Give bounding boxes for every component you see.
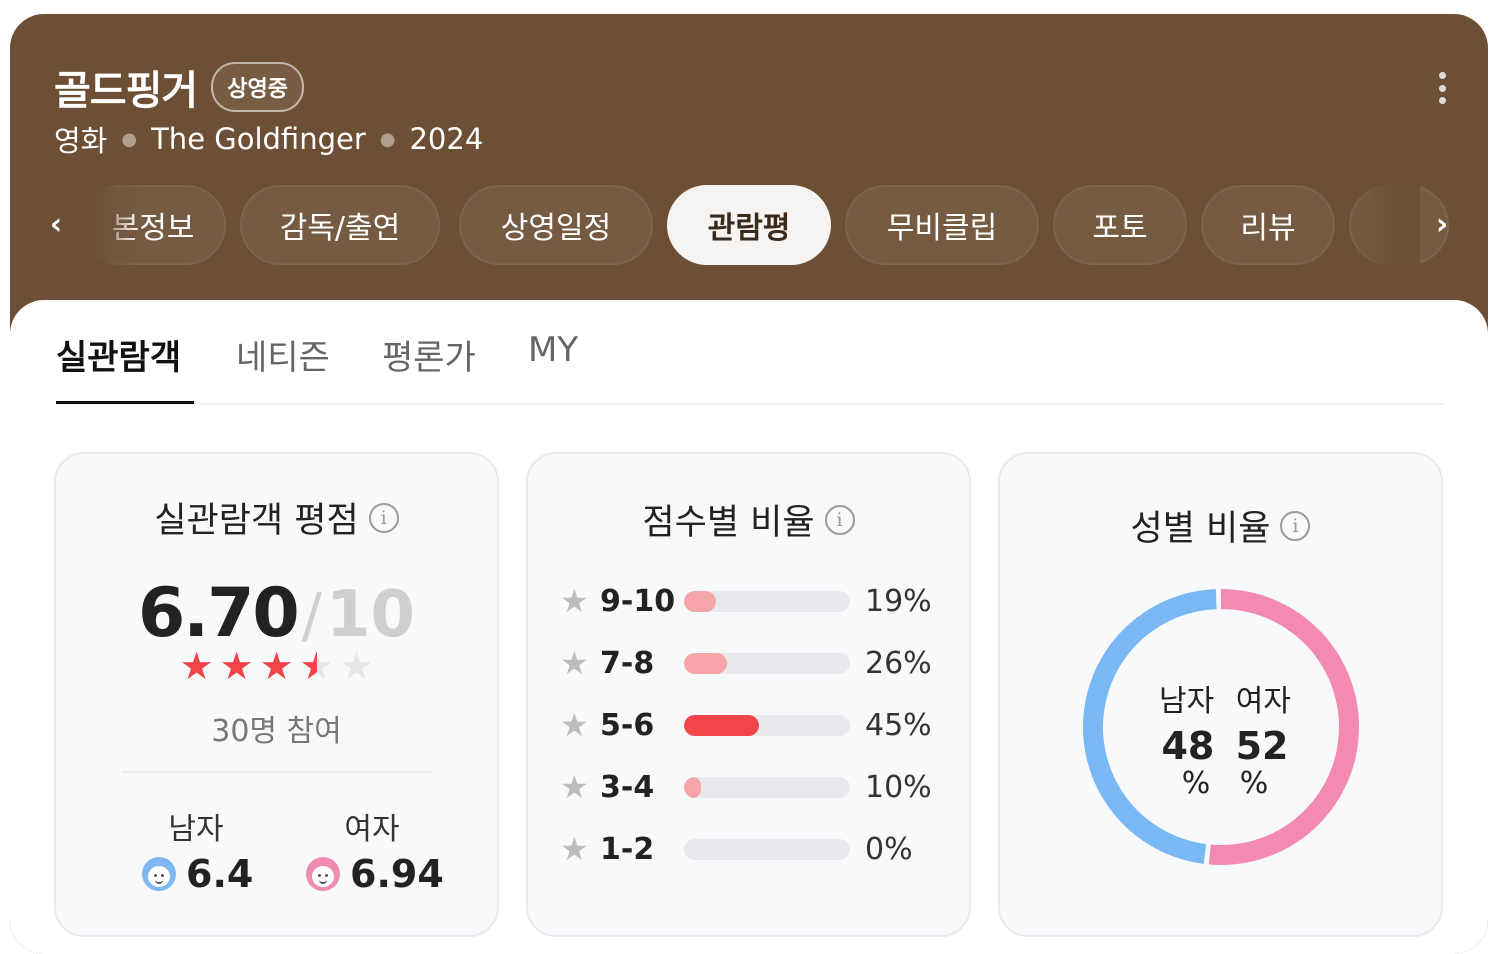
tab-cast[interactable]: 감독/출연 — [240, 185, 440, 265]
star-icon: ★ — [560, 706, 589, 744]
score-bar-fill — [684, 652, 728, 674]
female-label: 여자 — [344, 812, 400, 847]
score-bar-fill — [684, 590, 716, 612]
subtab-my[interactable]: MY — [528, 330, 578, 370]
donut-labels: 남자 여자 — [1150, 676, 1300, 720]
distribution-row: ★ 7-8 26% — [560, 643, 932, 683]
score-percent: 19% — [865, 583, 932, 619]
status-badge: 상영중 — [211, 62, 304, 112]
male-face-icon — [142, 857, 176, 891]
distribution-row: ★ 1-2 0% — [560, 829, 913, 869]
score-percent: 0% — [865, 831, 913, 867]
donut-male-percent-sign: % — [1181, 766, 1211, 801]
separator-dot: ● — [121, 128, 138, 150]
score-range-label: 7-8 — [600, 645, 655, 681]
star-icon: ★ — [259, 644, 294, 688]
female-face-icon — [306, 857, 340, 891]
score-percent: 45% — [865, 707, 932, 743]
tab-review[interactable]: 리뷰 — [1201, 185, 1335, 265]
separator-dot: ● — [379, 128, 396, 150]
info-icon[interactable]: i — [368, 502, 399, 533]
movie-title: 골드핑거 — [54, 68, 198, 114]
male-score: 6.4 — [142, 852, 253, 896]
info-icon[interactable]: i — [1280, 510, 1311, 541]
chevron-left-icon[interactable]: ‹ — [36, 205, 76, 245]
tab-schedule[interactable]: 상영일정 — [459, 185, 653, 265]
star-rating: ★ ★ ★ ★ ★ — [56, 646, 497, 686]
star-icon: ★ — [560, 768, 589, 806]
gender-card-title: 성별 비율 i — [1000, 500, 1441, 551]
score-range-label: 3-4 — [600, 769, 655, 805]
score-range-label: 5-6 — [600, 707, 655, 743]
donut-percent-signs: % % — [1150, 766, 1300, 801]
donut-values: 48 52 — [1150, 724, 1300, 768]
score-slash: / — [301, 581, 322, 651]
male-label: 남자 — [168, 812, 224, 847]
score-bar-track — [684, 714, 850, 736]
gender-ratio-card: 성별 비율 i 남자 여자 48 52 % % — [998, 452, 1443, 937]
score-percent: 10% — [865, 769, 932, 805]
tab-movie-clips[interactable]: 무비클립 — [845, 185, 1039, 265]
score-range-label: 9-10 — [600, 583, 676, 619]
tab-reviews-active[interactable]: 관람평 — [667, 185, 831, 265]
score-bar-track — [684, 776, 850, 798]
tab-photos[interactable]: 포토 — [1053, 185, 1187, 265]
score-max: 10 — [325, 578, 416, 652]
active-subtab-indicator — [56, 401, 194, 404]
sub-tabs: 실관람객 네티즌 평론가 MY — [56, 330, 1444, 405]
distribution-row: ★ 9-10 19% — [560, 581, 932, 621]
subtab-netizens[interactable]: 네티즌 — [236, 330, 330, 379]
chevron-right-icon[interactable]: › — [1422, 205, 1462, 245]
donut-male-label: 남자 — [1159, 684, 1215, 719]
star-icon: ★ — [219, 644, 254, 688]
rating-card-title: 실관람객 평점 i — [56, 492, 497, 543]
score-distribution-card: 점수별 비율 i ★ 9-10 19% ★ 7-8 26% ★ 5-6 45% ★ 3-4 10% ★ 1… — [526, 452, 971, 937]
star-icon: ★ — [560, 582, 589, 620]
star-icon: ★ — [179, 644, 214, 688]
donut-female-percent-sign: % — [1239, 766, 1269, 801]
nav-tabs: 본정보 감독/출연 상영일정 관람평 무비클립 포토 리뷰 ‹ › — [10, 185, 1488, 265]
subtab-critics[interactable]: 평론가 — [382, 330, 476, 379]
star-icon: ★ — [560, 830, 589, 868]
score-range-label: 1-2 — [600, 831, 655, 867]
distribution-row: ★ 3-4 10% — [560, 767, 932, 807]
divider — [122, 771, 432, 773]
star-icon: ★ — [560, 644, 589, 682]
movie-meta: 영화 ● The Goldfinger ● 2024 — [54, 118, 483, 160]
info-icon[interactable]: i — [824, 504, 855, 535]
female-score: 6.94 — [306, 852, 444, 896]
average-score: 6.70/10 — [56, 574, 497, 653]
movie-year: 2024 — [409, 122, 484, 156]
participant-count: 30명 참여 — [211, 714, 342, 749]
star-icon: ★ — [297, 646, 337, 686]
score-bar-fill — [684, 714, 759, 736]
subtab-actual-viewers[interactable]: 실관람객 — [56, 330, 181, 379]
movie-type: 영화 — [54, 124, 108, 158]
score-value: 6.70 — [137, 574, 300, 653]
distribution-row: ★ 5-6 45% — [560, 705, 932, 745]
donut-female-percent: 52 — [1235, 724, 1289, 768]
score-bar-track — [684, 652, 850, 674]
star-icon: ★ — [339, 644, 374, 688]
more-options-icon[interactable] — [1436, 72, 1448, 104]
title-row: 골드핑거 상영중 — [54, 58, 304, 116]
distribution-card-title: 점수별 비율 i — [528, 494, 969, 545]
movie-original-title: The Goldfinger — [151, 122, 366, 156]
score-bar-fill — [684, 776, 701, 798]
rating-card: 실관람객 평점 i 6.70/10 ★ ★ ★ ★ ★ 30명 참여 남자 여자 6.4… — [54, 452, 499, 937]
donut-female-label: 여자 — [1235, 684, 1291, 719]
score-bar-track — [684, 590, 850, 612]
donut-male-percent: 48 — [1161, 724, 1215, 768]
movie-card: 골드핑거 상영중 영화 ● The Goldfinger ● 2024 본정보 … — [10, 14, 1488, 954]
score-bar-track — [684, 838, 850, 860]
content-panel: 실관람객 네티즌 평론가 MY 실관람객 평점 i 6.70/10 ★ ★ ★ ★ ★ … — [10, 300, 1488, 954]
score-percent: 26% — [865, 645, 932, 681]
